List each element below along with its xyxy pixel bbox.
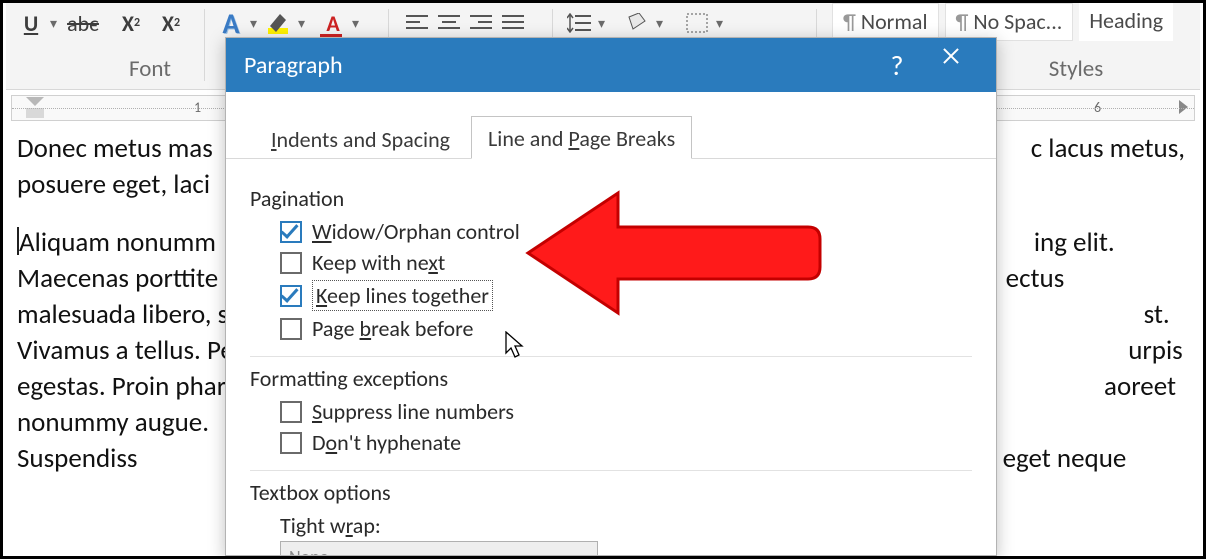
page-break-before-label: Page break before [312,315,473,342]
font-group-label: Font [90,55,210,83]
dialog-title: Paragraph [244,51,343,80]
first-line-indent-marker[interactable] [26,97,44,106]
dialog-body: Pagination Widow/Orphan control Keep wit… [226,159,996,556]
styles-group-label: Styles [1016,55,1136,83]
pagination-group-label: Pagination [250,185,972,212]
page-break-before-option[interactable]: Page break before [280,315,972,342]
borders-icon [684,10,710,36]
keep-with-next-label: Keep with next [312,249,445,276]
dont-hyphenate-checkbox[interactable] [280,432,302,454]
align-center-icon [436,10,462,36]
text-effects-icon: A [218,10,244,36]
subscript-icon: X2 [118,10,144,36]
ruler-mark: 6 [1094,99,1101,116]
tight-wrap-value: None [289,546,329,556]
align-justify-icon [500,10,526,36]
strikethrough-icon: abє [70,10,96,36]
keep-lines-together-checkbox[interactable] [280,285,302,307]
formatting-exceptions-label: Formatting exceptions [250,365,972,392]
dialog-tabs: Indents and Spacing Line and Page Breaks [226,92,996,159]
keep-lines-together-label: Keep lines together [312,280,493,311]
shading-icon [624,10,650,36]
close-button[interactable] [924,38,978,92]
font-color-icon: A [320,10,346,36]
keep-with-next-checkbox[interactable] [280,252,302,274]
tight-wrap-dropdown[interactable]: None [280,541,598,556]
help-button[interactable]: ? [870,38,924,92]
ruler-end-marker [1179,100,1188,114]
suppress-line-numbers-option[interactable]: Suppress line numbers [280,398,972,425]
dont-hyphenate-label: Don't hyphenate [312,429,461,456]
style-item-normal[interactable]: ¶ Normal [832,3,939,41]
style-item-nospacing[interactable]: ¶ No Spac... [945,3,1074,41]
dialog-titlebar[interactable]: Paragraph ? [226,38,996,92]
dont-hyphenate-option[interactable]: Don't hyphenate [280,429,972,456]
strikethrough-button[interactable]: abє [70,3,100,43]
textbox-options-label: Textbox options [250,479,972,506]
align-right-icon [468,10,494,36]
subscript-button[interactable]: X2 [118,3,148,43]
tab-line-page-breaks[interactable]: Line and Page Breaks [471,116,692,159]
suppress-line-numbers-label: Suppress line numbers [312,398,514,425]
ruler-mark: 1 [194,99,201,116]
underline-button[interactable]: U▾ [18,3,57,43]
style-item-heading[interactable]: Heading [1079,3,1173,41]
suppress-line-numbers-checkbox[interactable] [280,401,302,423]
keep-lines-together-option[interactable]: Keep lines together [280,280,972,311]
underline-icon: U [18,10,44,36]
superscript-icon: X2 [158,10,184,36]
highlight-icon [266,10,292,36]
paragraph-dialog: Paragraph ? Indents and Spacing Line and… [225,37,997,556]
keep-with-next-option[interactable]: Keep with next [280,249,972,276]
page-break-before-checkbox[interactable] [280,318,302,340]
superscript-button[interactable]: X2 [158,3,188,43]
widow-orphan-checkbox[interactable] [280,221,302,243]
tight-wrap-label: Tight wrap: [280,512,972,539]
close-icon [941,55,961,75]
widow-orphan-label: Widow/Orphan control [312,218,520,245]
line-spacing-icon [566,10,592,36]
tab-indents-spacing[interactable]: Indents and Spacing [254,117,467,159]
align-left-icon [404,10,430,36]
hanging-indent-marker[interactable] [26,108,44,118]
widow-orphan-option[interactable]: Widow/Orphan control [280,218,972,245]
